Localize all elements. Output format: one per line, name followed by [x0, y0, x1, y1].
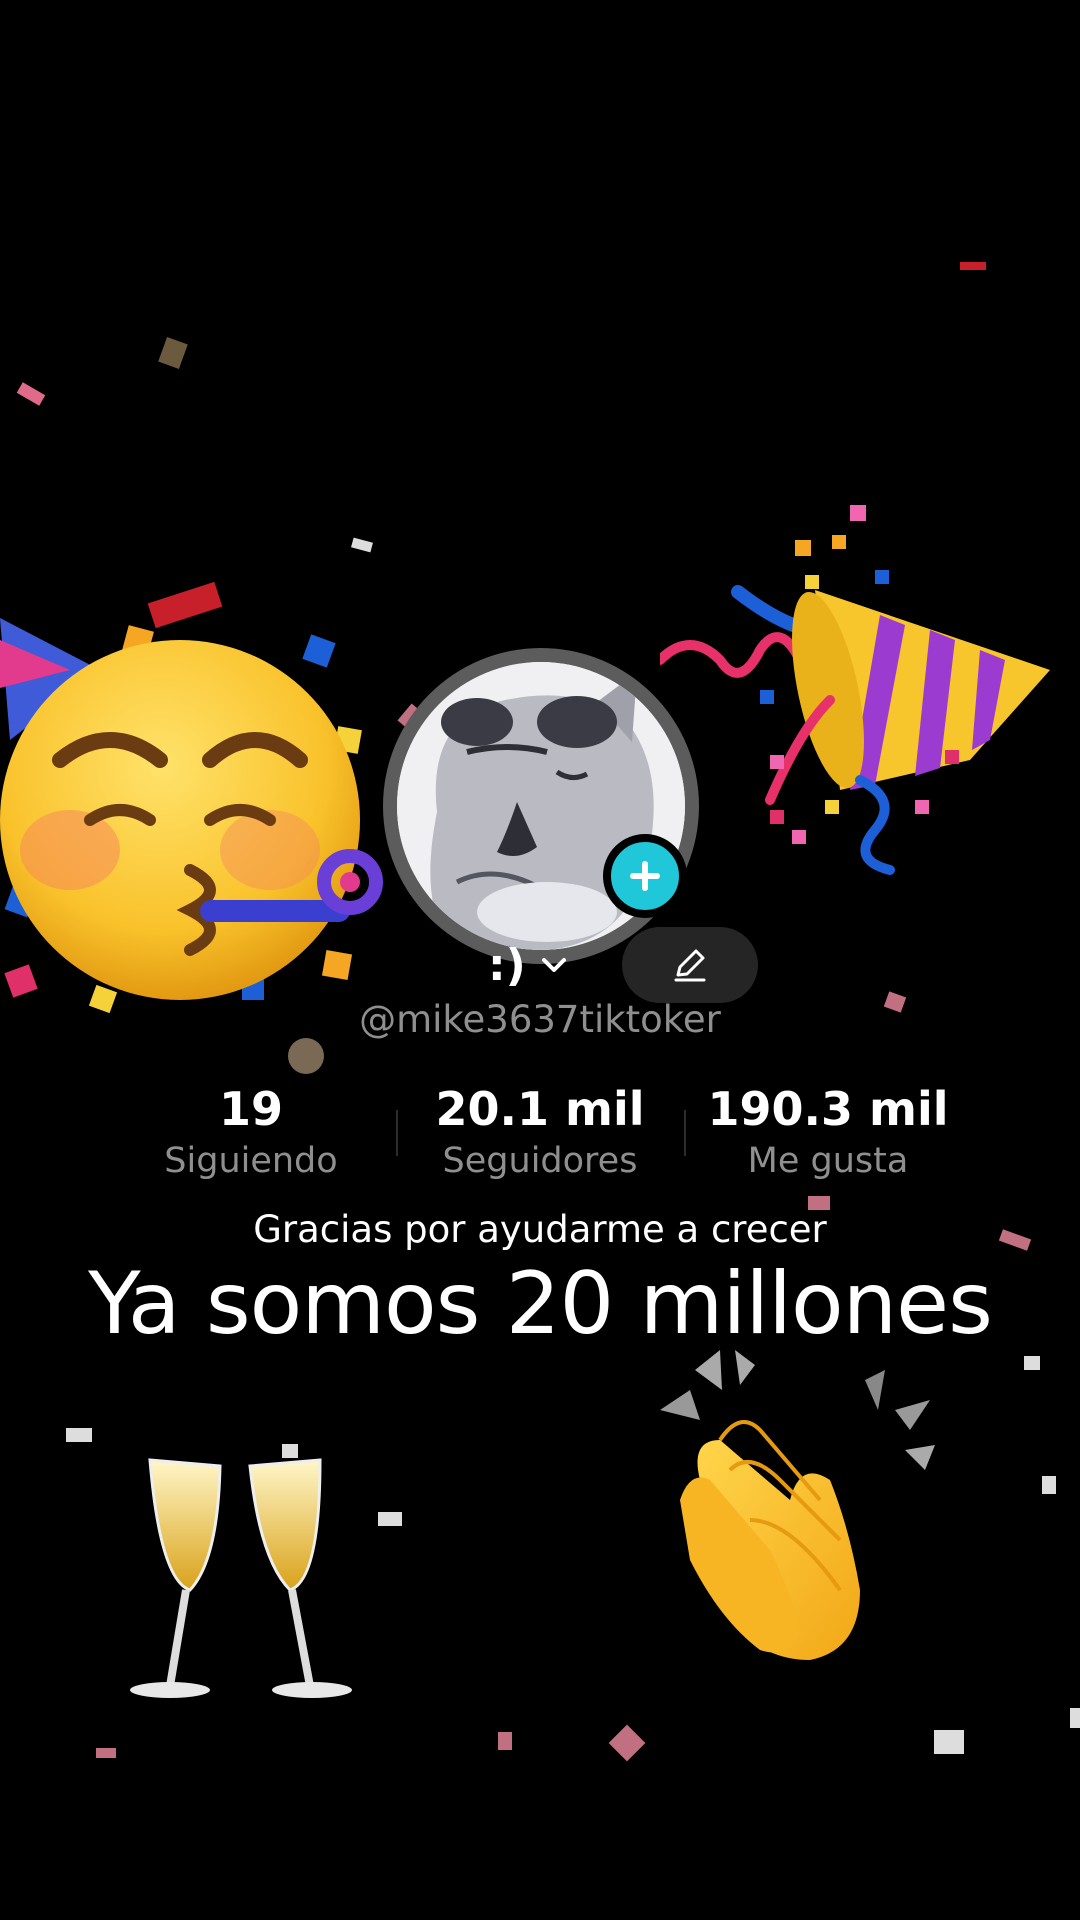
- pencil-icon: [674, 949, 706, 982]
- chevron-down-icon: [541, 958, 566, 972]
- display-name: :): [488, 939, 526, 991]
- profile-avatar[interactable]: [383, 648, 699, 964]
- username: @mike3637tiktoker: [359, 998, 721, 1041]
- party-popper-icon: [660, 500, 1060, 880]
- stat-following[interactable]: 19 Siguiendo: [101, 1082, 401, 1186]
- video-frame: :) @mike3637tiktoker 19 Siguiendo 20.1 m…: [0, 0, 1080, 1920]
- partying-face-icon: [0, 610, 390, 1010]
- stat-value: 190.3 mil: [707, 1082, 949, 1136]
- stat-followers[interactable]: 20.1 mil Seguidores: [390, 1082, 690, 1186]
- clinking-glasses-icon: [120, 1450, 360, 1710]
- stat-label: Siguiendo: [164, 1141, 338, 1181]
- edit-profile-button[interactable]: [622, 927, 758, 1003]
- plus-icon[interactable]: [603, 834, 687, 918]
- clapping-hands-icon: [650, 1330, 950, 1670]
- stat-value: 19: [218, 1082, 283, 1136]
- stat-label: Me gusta: [747, 1141, 909, 1181]
- stat-label: Seguidores: [442, 1141, 638, 1181]
- profile-stats: 19 Siguiendo 20.1 mil Seguidores 190.3 m…: [0, 1082, 1080, 1192]
- stat-value: 20.1 mil: [435, 1082, 645, 1136]
- overlay-subtitle: Gracias por ayudarme a crecer: [253, 1208, 827, 1251]
- display-name-row[interactable]: :): [488, 935, 570, 995]
- stat-likes[interactable]: 190.3 mil Me gusta: [678, 1082, 978, 1186]
